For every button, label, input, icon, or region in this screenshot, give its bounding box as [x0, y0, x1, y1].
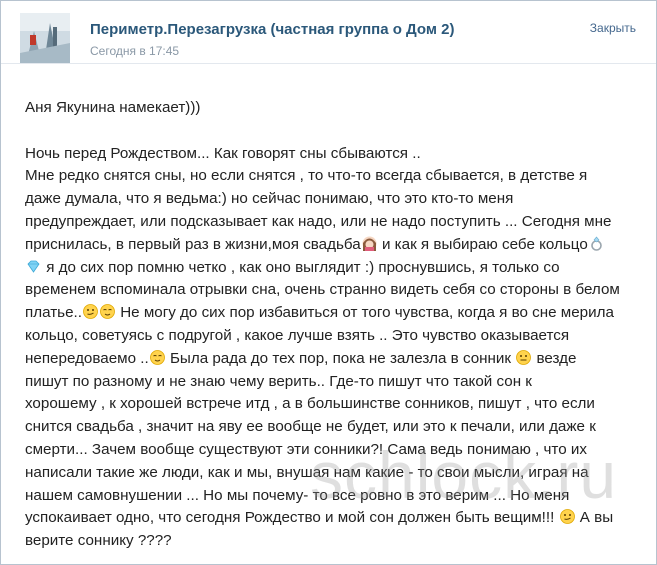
post-text-segment: я до сих пор помню четко , как оно выгля…: [46, 258, 560, 276]
post-text-segment: Была рада до тех пор, пока не залезла в …: [169, 349, 512, 367]
close-button[interactable]: Закрыть: [590, 21, 636, 35]
relieved-emoji-icon: [149, 349, 165, 365]
post-line: пишут по разному и не знаю чему верить..…: [25, 372, 532, 390]
post-header: Периметр.Перезагрузка (частная группа о …: [1, 1, 656, 64]
ring-emoji-icon: [589, 236, 604, 251]
post-line: Ночь перед Рождеством... Как говорят сны…: [25, 144, 421, 162]
post-intro: Аня Якунина намекает))): [25, 99, 201, 116]
post-line: кольцо, советуясь с подругой , какое луч…: [25, 326, 570, 344]
post-line: Мне редко снятся сны, но если снятся , т…: [25, 167, 588, 185]
post-line: написали такие же люди, как и мы, внушая…: [25, 463, 589, 481]
post-line: временем вспоминала отрывки сна, очень с…: [25, 281, 620, 299]
post-line: успокаивает одно, что сегодня Рождество …: [25, 507, 641, 530]
post-text-segment: платье..: [25, 304, 82, 322]
diamond-emoji-icon: [26, 259, 41, 274]
post-frame: Периметр.Перезагрузка (частная группа о …: [0, 0, 657, 565]
smirk-emoji-icon: [559, 509, 575, 525]
post-line: хорошему , к хорошей встрече итд , а в б…: [25, 395, 595, 413]
post-text-segment: непередоваемо ..: [25, 349, 149, 367]
post-line: даже думала, что я ведьма:) но сейчас по…: [25, 190, 514, 208]
neutral-emoji-icon: [516, 349, 532, 365]
post-text-segment: везде: [536, 349, 577, 367]
group-avatar[interactable]: [20, 13, 70, 63]
post-line: нашем самовнушении ... Но мы почему- то …: [25, 486, 570, 504]
post-line: платье.. Не могу до сих пор избавиться о…: [25, 302, 641, 325]
relieved-emoji-icon: [100, 304, 115, 320]
post-line: предупреждает, или подсказывает как надо…: [25, 212, 612, 230]
post-line: снится свадьба , значит на яву ее вообще…: [25, 418, 596, 436]
group-name-link[interactable]: Периметр.Перезагрузка (частная группа о …: [90, 21, 455, 38]
post-text-segment: успокаивает одно, что сегодня Рождество …: [25, 509, 555, 527]
post-line: непередоваемо .. Была рада до тех пор, п…: [25, 348, 641, 371]
post-line: верите соннику ????: [25, 532, 172, 550]
post-text-segment: А вы: [579, 509, 614, 527]
post-line: приснилась, в первый раз в жизни,моя сва…: [25, 234, 641, 257]
smirk-emoji-icon: [83, 304, 98, 320]
post-timestamp[interactable]: Сегодня в 17:45: [90, 44, 179, 58]
post-text-segment: Не могу до сих пор избавиться от того чу…: [120, 304, 614, 322]
post-line: я до сих пор помню четко , как оно выгля…: [25, 257, 641, 280]
post-text-segment: и как я выбираю себе кольцо: [381, 235, 588, 253]
bride-emoji-icon: [362, 236, 377, 251]
post-text-segment: приснилась, в первый раз в жизни,моя сва…: [25, 235, 361, 253]
post-line: смерти... Зачем вообще существуют эти со…: [25, 440, 587, 458]
post-text: Аня Якунина намекает))) Ночь перед Рожде…: [25, 97, 641, 553]
